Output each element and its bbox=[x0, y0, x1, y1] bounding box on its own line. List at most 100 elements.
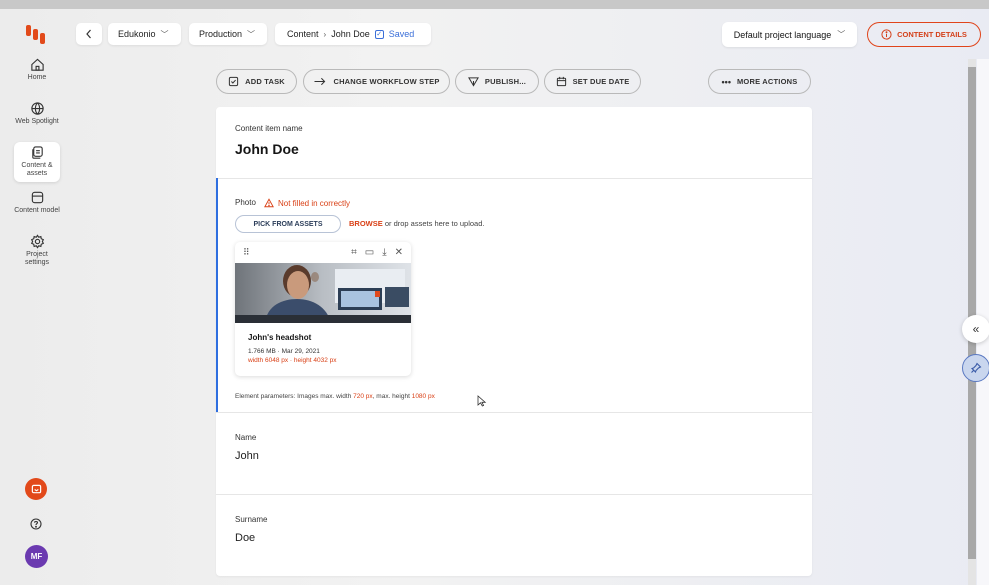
surname-field-label: Surname bbox=[235, 515, 268, 524]
upload-hint-text: or drop assets here to upload. bbox=[382, 219, 485, 228]
change-workflow-label: CHANGE WORKFLOW STEP bbox=[333, 77, 440, 86]
sidebar-item-home[interactable]: Home bbox=[14, 54, 60, 94]
params-mid: , max. height bbox=[372, 393, 412, 400]
sidebar-item-web-spotlight[interactable]: Web Spotlight bbox=[14, 98, 60, 138]
chevron-down-icon: ﹀ bbox=[247, 29, 256, 39]
content-editor-card: Content item name John Doe Photo Not fil… bbox=[216, 107, 812, 576]
change-workflow-button[interactable]: CHANGE WORKFLOW STEP bbox=[303, 69, 450, 94]
pin-button[interactable] bbox=[962, 354, 989, 382]
window-top-band bbox=[0, 0, 989, 9]
asset-meta: 1.766 MB · Mar 29, 2021 bbox=[248, 348, 320, 355]
model-icon bbox=[31, 191, 43, 204]
mouse-cursor-icon bbox=[477, 395, 487, 407]
content-icon bbox=[31, 146, 43, 159]
max-width: 720 px bbox=[353, 393, 373, 400]
asset-title: John's headshot bbox=[248, 333, 312, 342]
check-icon: ✓ bbox=[374, 29, 384, 39]
content-details-button[interactable]: CONTENT DETAILS bbox=[867, 22, 981, 47]
more-actions-label: MORE ACTIONS bbox=[736, 77, 798, 86]
breadcrumb: Content › John Doe ✓ Saved bbox=[275, 23, 431, 45]
sidebar-item-label: Content & assets bbox=[21, 162, 53, 177]
download-icon[interactable]: ⤓ bbox=[382, 247, 386, 258]
publish-button[interactable]: PUBLISH... bbox=[455, 69, 539, 94]
environment-switcher[interactable]: Production ﹀ bbox=[189, 23, 267, 45]
sidebar-item-label: Content model bbox=[14, 207, 60, 214]
arrow-right-icon bbox=[314, 77, 326, 86]
breadcrumb-item: John Doe bbox=[331, 29, 370, 39]
globe-icon bbox=[30, 102, 44, 115]
chevron-down-icon: ﹀ bbox=[837, 30, 846, 39]
sidebar-item-content-model[interactable]: Content model bbox=[14, 187, 60, 227]
app-logo[interactable] bbox=[26, 25, 48, 45]
scrollbar-thumb[interactable] bbox=[968, 67, 976, 559]
avatar[interactable]: MF bbox=[25, 545, 48, 568]
sidebar-item-project-settings[interactable]: Project settings bbox=[14, 231, 60, 271]
comment-icon[interactable]: ▭ bbox=[365, 247, 374, 258]
project-name: Edukonio bbox=[118, 29, 156, 39]
info-icon bbox=[881, 29, 892, 40]
name-field-label: Name bbox=[235, 433, 257, 442]
asset-toolbar: ⠿ ⌗ ▭ ⤓ ✕ bbox=[235, 242, 411, 263]
sidebar: Home Web Spotlight Content & assets Cont… bbox=[0, 9, 70, 585]
warning-text: Not filled in correctly bbox=[278, 198, 351, 208]
gear-icon bbox=[30, 234, 44, 249]
more-actions-button[interactable]: ••• MORE ACTIONS bbox=[708, 69, 811, 94]
asset-thumbnail bbox=[235, 263, 411, 323]
warning-icon bbox=[264, 198, 274, 208]
element-parameters: Element parameters: Images max. width 72… bbox=[235, 393, 435, 400]
chevron-left-icon bbox=[86, 29, 91, 39]
home-icon bbox=[30, 58, 44, 71]
chevron-down-icon: ﹀ bbox=[160, 29, 169, 39]
crop-icon[interactable]: ⌗ bbox=[351, 247, 357, 258]
max-height: 1080 px bbox=[411, 393, 435, 400]
content-item-name[interactable]: John Doe bbox=[235, 141, 299, 157]
breadcrumb-section[interactable]: Content bbox=[287, 29, 319, 39]
pick-from-assets-button[interactable]: PICK FROM ASSETS bbox=[235, 215, 341, 233]
set-due-date-label: SET DUE DATE bbox=[572, 77, 630, 86]
content-item-name-label: Content item name bbox=[235, 124, 303, 133]
app-shell: Home Web Spotlight Content & assets Cont… bbox=[0, 9, 989, 585]
environment-name: Production bbox=[199, 29, 243, 39]
sidebar-item-content-assets[interactable]: Content & assets bbox=[14, 142, 60, 182]
chevron-right-icon: › bbox=[323, 29, 327, 39]
add-task-button[interactable]: ADD TASK bbox=[216, 69, 297, 94]
drag-handle-icon[interactable]: ⠿ bbox=[243, 247, 250, 258]
sidebar-item-label: Project settings bbox=[24, 251, 50, 266]
photo-label: Photo bbox=[235, 198, 256, 207]
divider bbox=[216, 178, 812, 179]
more-icon: ••• bbox=[721, 76, 731, 87]
project-switcher[interactable]: Edukonio ﹀ bbox=[108, 23, 181, 45]
asset-dimensions: width 6048 px · height 4032 px bbox=[248, 357, 337, 364]
remove-icon[interactable]: ✕ bbox=[395, 247, 403, 258]
params-prefix: Element parameters: Images max. width bbox=[235, 393, 354, 400]
language-selector[interactable]: Default project language ﹀ bbox=[722, 22, 857, 47]
sidebar-item-label: Home bbox=[27, 74, 47, 81]
add-task-label: ADD TASK bbox=[245, 77, 285, 86]
content-details-label: CONTENT DETAILS bbox=[897, 30, 967, 39]
sidebar-item-label: Web Spotlight bbox=[15, 118, 59, 125]
language-label: Default project language bbox=[733, 29, 832, 40]
upload-hint: BROWSE or drop assets here to upload. bbox=[349, 219, 484, 228]
expand-panel-button[interactable]: « bbox=[962, 315, 989, 343]
calendar-icon bbox=[556, 76, 566, 87]
pin-icon bbox=[970, 362, 982, 374]
divider bbox=[216, 412, 812, 413]
chat-icon bbox=[31, 484, 41, 493]
set-due-date-button[interactable]: SET DUE DATE bbox=[544, 69, 641, 94]
name-field[interactable]: John bbox=[235, 450, 259, 462]
help-button[interactable] bbox=[29, 517, 43, 531]
publish-label: PUBLISH... bbox=[484, 77, 527, 86]
validation-warning: Not filled in correctly bbox=[264, 198, 350, 208]
headshot-image bbox=[235, 263, 411, 323]
saved-status: Saved bbox=[388, 29, 415, 39]
help-icon bbox=[30, 518, 42, 530]
browse-link[interactable]: BROWSE bbox=[349, 219, 383, 228]
chat-button[interactable] bbox=[25, 478, 47, 500]
divider bbox=[216, 494, 812, 495]
asset-tile[interactable]: ⠿ ⌗ ▭ ⤓ ✕ John's headshot 1.766 MB · Mar… bbox=[235, 242, 411, 376]
double-chevron-left-icon: « bbox=[972, 322, 980, 336]
send-icon bbox=[467, 77, 479, 87]
surname-field[interactable]: Doe bbox=[235, 532, 255, 544]
active-element-indicator bbox=[216, 178, 218, 412]
back-button[interactable] bbox=[76, 23, 102, 45]
